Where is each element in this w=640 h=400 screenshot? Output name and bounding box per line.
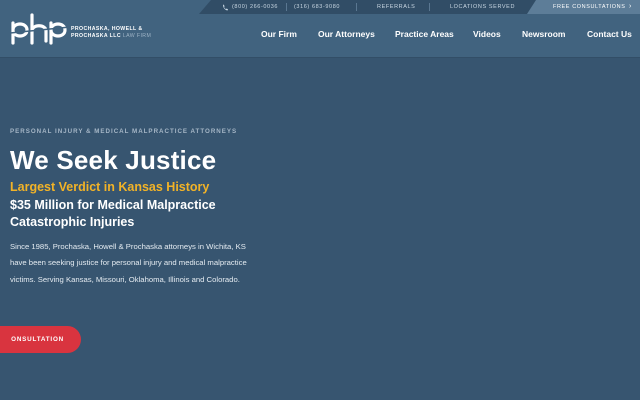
- nav-our-attorneys[interactable]: Our Attorneys: [318, 29, 375, 39]
- divider: [429, 3, 430, 11]
- nav-videos[interactable]: Videos: [473, 29, 501, 39]
- verdict-amount: $35 Million for Medical Malpractice Cata…: [10, 198, 216, 229]
- firm-name-line2: PROCHASKA LLC: [71, 32, 121, 39]
- phone-number-local[interactable]: (316) 683-9080: [294, 0, 340, 14]
- free-consultations-button[interactable]: FREE CONSULTATIONS ›: [527, 0, 640, 14]
- nav-contact-us[interactable]: Contact Us: [587, 29, 632, 39]
- phone-icon: [223, 4, 228, 11]
- hero-description: Since 1985, Prochaska, Howell & Prochask…: [10, 242, 247, 284]
- free-consultations-label: FREE CONSULTATIONS: [553, 4, 626, 10]
- utility-bar: (800) 266-0036 (316) 683-9080 REFERRALS …: [199, 0, 640, 14]
- locations-served-link[interactable]: LOCATIONS SERVED: [450, 0, 515, 14]
- nav-our-firm[interactable]: Our Firm: [261, 29, 297, 39]
- phone-number-tollfree[interactable]: (800) 266-0036: [232, 0, 278, 14]
- firm-name: PROCHASKA, HOWELL & PROCHASKA LLC LAW FI…: [71, 26, 151, 39]
- hero-headline: We Seek Justice: [10, 145, 217, 175]
- referrals-link[interactable]: REFERRALS: [377, 0, 415, 14]
- chevron-right-icon: ›: [629, 3, 632, 10]
- verdict-highlight: Largest Verdict in Kansas History: [10, 180, 210, 194]
- consultation-button-label: ONSULTATION: [11, 336, 64, 343]
- nav-practice-areas[interactable]: Practice Areas: [395, 29, 454, 39]
- firm-name-suffix: LAW FIRM: [122, 32, 152, 39]
- nav-newsroom[interactable]: Newsroom: [522, 29, 565, 39]
- firm-logo[interactable]: [10, 13, 70, 45]
- site-header: (800) 266-0036 (316) 683-9080 REFERRALS …: [0, 0, 640, 57]
- divider: [356, 3, 357, 11]
- divider: [286, 3, 287, 11]
- consultation-button[interactable]: ONSULTATION: [0, 326, 81, 353]
- hero-eyebrow: PERSONAL INJURY & MEDICAL MALPRACTICE AT…: [10, 128, 238, 135]
